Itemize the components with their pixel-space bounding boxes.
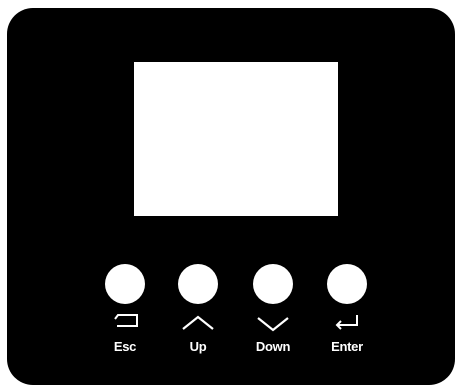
- enter-button[interactable]: [327, 264, 367, 304]
- chevron-up-icon: [182, 315, 214, 330]
- enter-icon: [335, 315, 358, 330]
- return-left-icon: [114, 314, 138, 327]
- enter-label: Enter: [331, 339, 363, 354]
- up-label: Up: [189, 339, 207, 354]
- down-button[interactable]: [253, 264, 293, 304]
- esc-label: Esc: [113, 339, 137, 354]
- down-label: Down: [255, 339, 291, 354]
- up-button[interactable]: [178, 264, 218, 304]
- esc-button[interactable]: [105, 264, 145, 304]
- lcd-display: [134, 62, 338, 216]
- chevron-down-icon: [257, 317, 289, 332]
